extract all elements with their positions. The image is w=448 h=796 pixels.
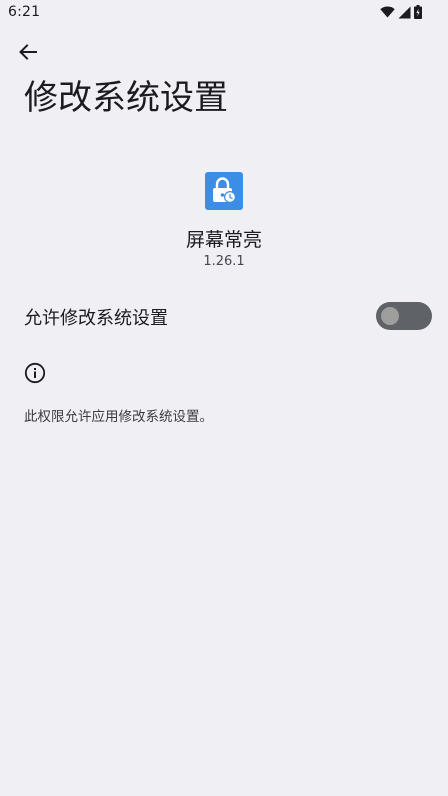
app-icon	[205, 172, 243, 210]
status-bar: 6:21	[0, 0, 448, 26]
back-arrow-icon	[19, 44, 37, 60]
permission-toggle[interactable]	[376, 302, 432, 330]
cell-signal-icon	[398, 6, 411, 18]
lock-clock-icon	[213, 177, 236, 203]
status-icons	[380, 5, 422, 19]
permission-row[interactable]: 允许修改系统设置	[0, 292, 448, 340]
app-version: 1.26.1	[203, 254, 245, 269]
battery-icon	[414, 5, 422, 19]
info-icon	[24, 362, 46, 384]
wifi-icon	[380, 6, 395, 18]
info-text: 此权限允许应用修改系统设置。	[24, 409, 213, 425]
app-name: 屏幕常亮	[185, 229, 262, 251]
status-time: 6:21	[8, 4, 41, 20]
back-button[interactable]	[12, 36, 44, 68]
permission-label: 允许修改系统设置	[24, 308, 168, 329]
page-title: 修改系统设置	[24, 78, 228, 118]
toggle-thumb	[381, 307, 399, 325]
